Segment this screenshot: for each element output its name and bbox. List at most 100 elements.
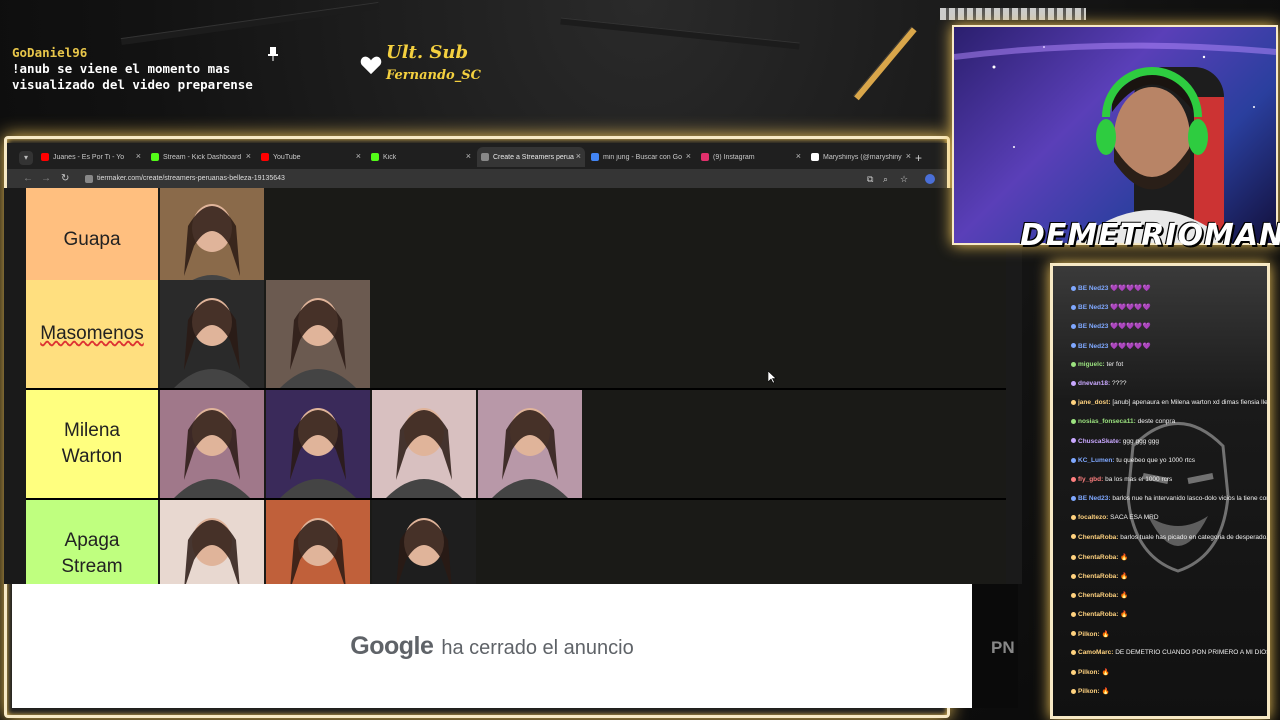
chat-message: BE Ned23 💜💜💜💜💜 [1071, 303, 1151, 311]
streamer-thumbnail[interactable] [266, 390, 370, 498]
tab-close-icon[interactable]: × [356, 151, 361, 161]
tab-close-icon[interactable]: × [136, 151, 141, 161]
chat-badge-icon [1071, 649, 1076, 655]
chat-text: ba los mas el 1000 rcrs [1105, 476, 1173, 483]
tab-youtube[interactable]: YouTube × [257, 147, 365, 167]
tab-close-icon[interactable]: × [576, 151, 581, 161]
tab-label: YouTube [273, 153, 301, 161]
chat-username[interactable]: ChentaRoba: [1078, 611, 1120, 618]
streamer-thumbnail[interactable] [372, 390, 476, 498]
kick-icon [151, 153, 159, 161]
chat-message: ChentaRoba: 🔥 [1071, 572, 1128, 580]
chat-username[interactable]: focaltezo: [1078, 514, 1110, 521]
profile-icon[interactable] [925, 174, 935, 184]
streamer-thumbnail[interactable] [372, 500, 476, 584]
streamer-thumbnail[interactable] [160, 390, 264, 498]
chat-badge-icon [1071, 515, 1076, 521]
tab-search-button[interactable]: ▾ [19, 151, 33, 165]
back-icon[interactable]: ← [23, 173, 33, 184]
tab-label: min jung - Buscar con Go [603, 153, 682, 161]
chat-text: tu quebeo que yo 1000 rtcs [1116, 456, 1196, 464]
tab-close-icon[interactable]: × [466, 151, 471, 161]
chat-username[interactable]: ChentaRoba: [1078, 534, 1120, 541]
chat-message: BE Ned23 💜💜💜💜💜 [1071, 284, 1151, 292]
chat-username[interactable]: Pilkon: [1078, 688, 1101, 695]
url-field[interactable]: tiermaker.com/create/streamers-peruanas-… [97, 175, 285, 182]
chat-username[interactable]: nosias_fonseca11: [1078, 418, 1138, 425]
chat-message: ChuscaSkate: ggg ggg ggg [1071, 438, 1159, 445]
tier-row: Masomenos [26, 280, 1006, 390]
chat-username[interactable]: dnevan18: [1078, 380, 1112, 387]
tab-close-icon[interactable]: × [906, 151, 911, 161]
tier-row: Apaga Stream [26, 500, 1006, 584]
last-sub-name: Fernando_SC [386, 68, 481, 83]
chat-username[interactable]: BE Ned23 [1078, 323, 1110, 330]
chat-text: ter fot [1106, 360, 1124, 368]
google-icon [591, 153, 599, 161]
streamer-thumbnail[interactable] [478, 390, 582, 498]
streamer-thumbnail[interactable] [266, 500, 370, 584]
chat-username[interactable]: BE Ned23 [1078, 304, 1110, 311]
streamer-thumbnail[interactable] [160, 500, 264, 584]
chat-username[interactable]: fly_gbd: [1078, 476, 1105, 483]
bookmark-star-icon[interactable]: ☆ [900, 174, 910, 184]
ad-closed-text: ha cerrado el anuncio [441, 637, 634, 659]
last-sub-title: Ult. Sub [386, 42, 469, 63]
tab-youtube[interactable]: Juanes - Es Por Ti - Yo × [37, 147, 145, 167]
chat-username[interactable]: ChentaRoba: [1078, 554, 1120, 561]
chat-message: Pilkon: 🔥 [1071, 630, 1110, 638]
ad-closed-banner: Google ha cerrado el anuncio [12, 584, 972, 708]
chat-badge-icon [1071, 534, 1076, 540]
reload-icon[interactable]: ↻ [61, 173, 69, 184]
tab-bar: ▾ Juanes - Es Por Ti - Yo × Stream - Kick … [7, 143, 947, 169]
overlay-chat-user: GoDaniel96 [12, 45, 88, 60]
tab-instagram[interactable]: (9) Instagram × [697, 147, 805, 167]
chat-username[interactable]: CamoMarc: [1078, 649, 1115, 656]
new-tab-button[interactable]: + [915, 151, 922, 165]
tier-label[interactable]: Masomenos [26, 280, 158, 388]
chat-message: BE Ned23 💜💜💜💜💜 [1071, 342, 1151, 350]
chat-username[interactable]: ChentaRoba: [1078, 573, 1120, 580]
tab-close-icon[interactable]: × [796, 151, 801, 161]
kick-icon [371, 153, 379, 161]
pin-icon [268, 47, 278, 61]
chat-message: Pilkon: 🔥 [1071, 687, 1110, 695]
chat-username[interactable]: miguelc: [1078, 361, 1107, 368]
instagram-icon [701, 153, 709, 161]
tab-close-icon[interactable]: × [686, 151, 691, 161]
chat-username[interactable]: BE Ned23: [1078, 495, 1112, 502]
zoom-icon[interactable]: ⌕ [883, 174, 893, 184]
chat-message: focaltezo: SACA ESA MRD [1071, 514, 1159, 521]
tab-google[interactable]: min jung - Buscar con Go × [587, 147, 695, 167]
streamer-thumbnail[interactable] [160, 188, 264, 294]
tier-label[interactable]: Apaga Stream [26, 500, 158, 584]
tier-label[interactable]: Milena Warton [26, 390, 158, 498]
chat-badge-icon [1071, 304, 1076, 310]
chat-badge-icon [1071, 438, 1076, 444]
chat-username[interactable]: BE Ned23 [1078, 285, 1110, 292]
tab-tiermaker[interactable]: Create a Streamers perua × [477, 147, 585, 167]
tab-tiktok[interactable]: Maryshinys (@maryshiny × [807, 147, 915, 167]
streamer-thumbnail[interactable] [266, 280, 370, 388]
forward-icon[interactable]: → [41, 173, 51, 184]
site-info-icon[interactable] [85, 175, 93, 183]
chat-username[interactable]: jane_dost: [1078, 399, 1112, 406]
chat-username[interactable]: Pilkon: [1078, 631, 1101, 638]
chat-badge-icon [1071, 419, 1076, 425]
chat-username[interactable]: ChuscaSkate: [1078, 438, 1123, 445]
tab-kick[interactable]: Stream - Kick Dashboard × [147, 147, 255, 167]
tier-label[interactable]: Guapa [26, 188, 158, 294]
tab-kick[interactable]: Kick × [367, 147, 475, 167]
chat-text: SACA ESA MRD [1110, 514, 1159, 522]
chat-username[interactable]: BE Ned23 [1078, 343, 1110, 350]
chat-username[interactable]: KC_Lumen: [1078, 457, 1116, 464]
chat-badge-icon [1071, 457, 1076, 463]
chat-username[interactable]: Pilkon: [1078, 669, 1101, 676]
tab-close-icon[interactable]: × [246, 151, 251, 161]
tab-label: (9) Instagram [713, 153, 755, 161]
chat-username[interactable]: ChentaRoba: [1078, 592, 1120, 599]
streamer-thumbnail[interactable] [160, 280, 264, 388]
translate-icon[interactable]: ⧉ [867, 174, 877, 184]
chat-text: ggg ggg ggg [1122, 437, 1159, 445]
webcam-feed [952, 25, 1278, 245]
